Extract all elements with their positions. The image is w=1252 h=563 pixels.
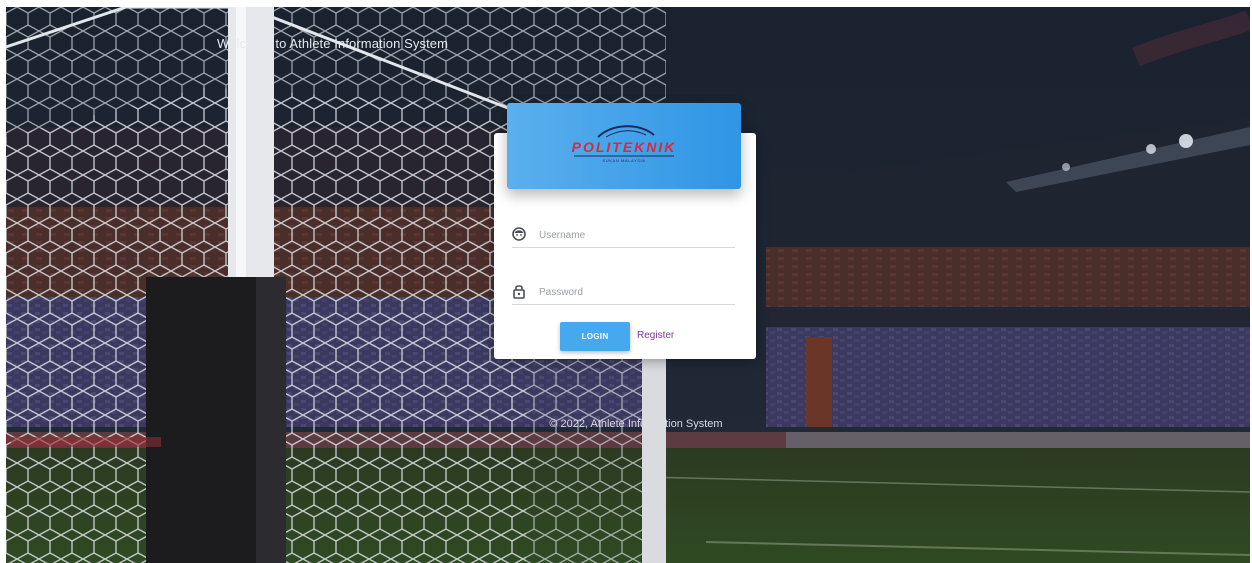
lock-icon (513, 285, 525, 299)
user-face-icon (512, 227, 526, 241)
password-input[interactable] (539, 284, 729, 300)
footer-copyright: © 2022, Athlete Information System (549, 418, 723, 430)
welcome-text: Welcome to Athlete Information System (217, 36, 449, 51)
login-card-header: POLITEKNIK SUKAN MALAYSIA (507, 103, 741, 189)
politeknik-logo: POLITEKNIK SUKAN MALAYSIA (568, 121, 680, 171)
password-field[interactable] (512, 282, 735, 305)
logo-text: POLITEKNIK (571, 139, 677, 155)
username-field[interactable] (512, 225, 735, 248)
register-link[interactable]: Register (637, 330, 674, 341)
logo-subtext: SUKAN MALAYSIA (602, 158, 646, 163)
username-input[interactable] (539, 227, 729, 243)
login-button[interactable]: LOGIN (560, 322, 630, 351)
